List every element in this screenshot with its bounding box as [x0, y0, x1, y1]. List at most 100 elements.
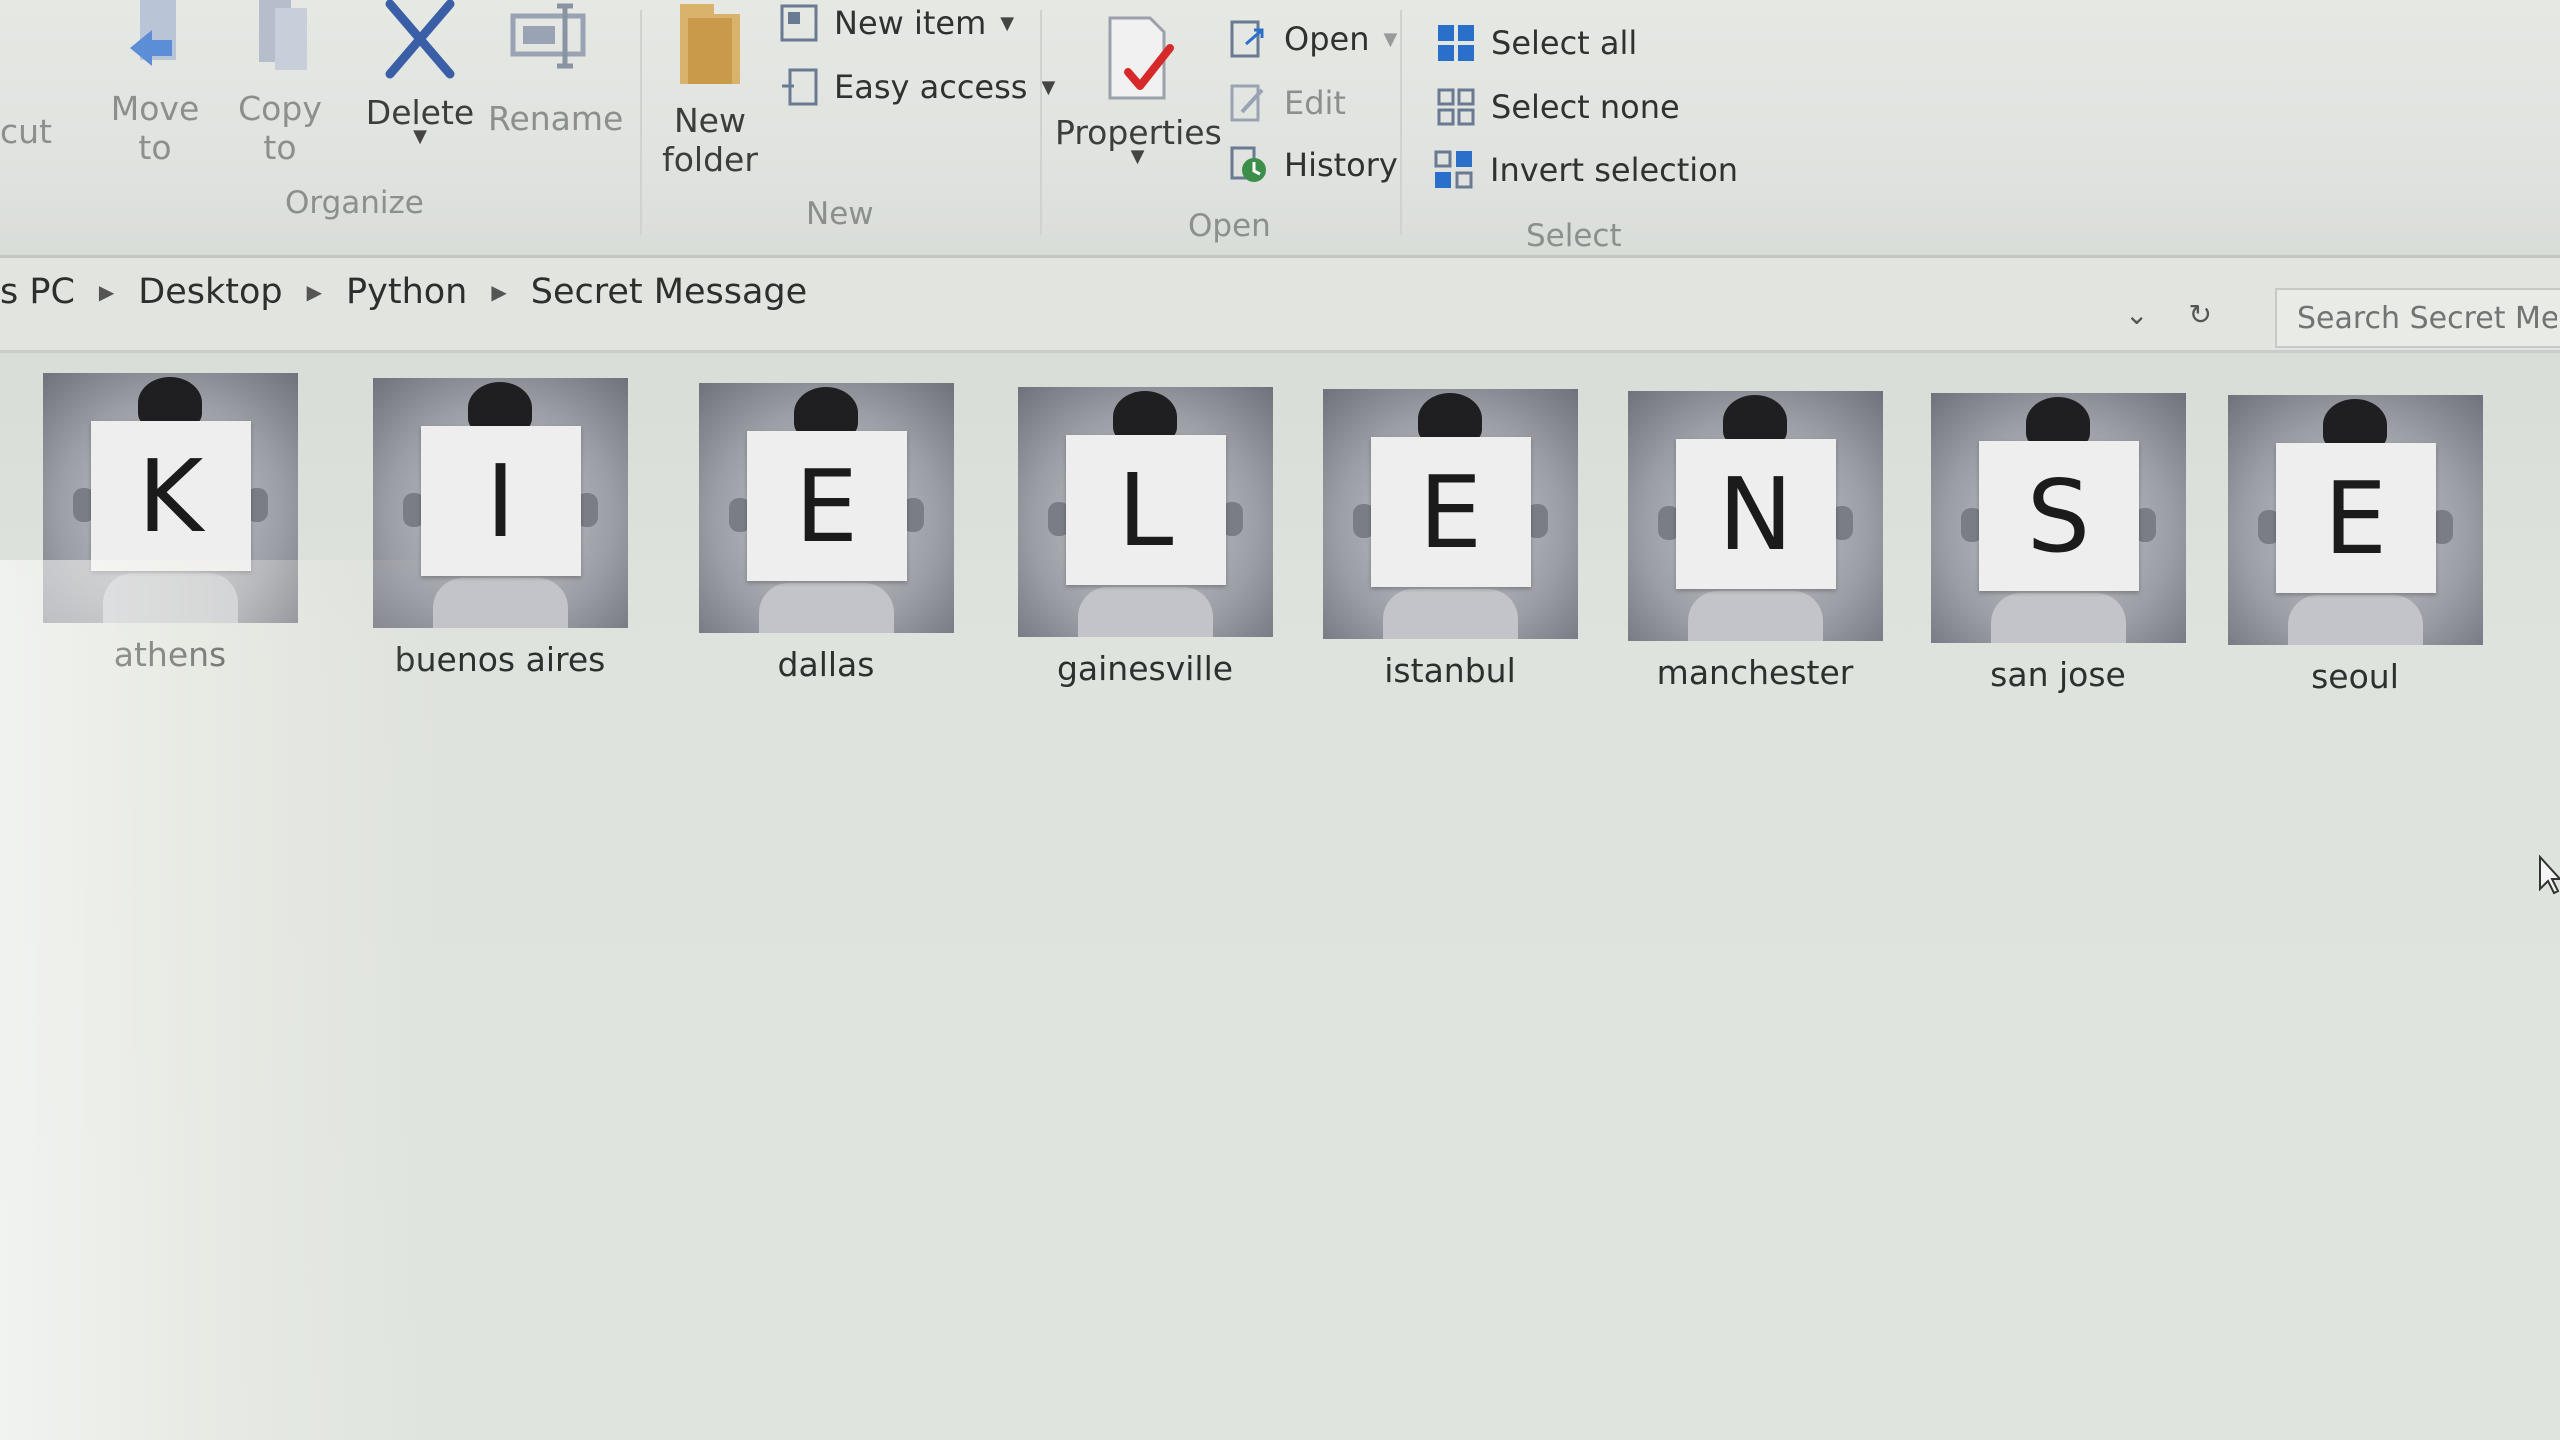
ribbon-separator	[640, 10, 642, 235]
address-bar: s PC ▶ Desktop ▶ Python ▶ Secret Message…	[0, 258, 2560, 353]
invert-selection-icon	[1434, 150, 1473, 189]
search-input[interactable]	[2277, 290, 2560, 346]
breadcrumb-separator-icon[interactable]: ▶	[99, 280, 114, 304]
image-thumbnail: I	[372, 378, 628, 628]
invert-selection-label: Invert selection	[1490, 151, 1739, 189]
ribbon-separator	[1400, 10, 1402, 235]
history-label: History	[1284, 146, 1398, 184]
select-none-button[interactable]: Select none	[1435, 86, 1680, 128]
history-icon	[1230, 146, 1266, 182]
ribbon: cut Move to Copy to Delete ▼ Rename Orga…	[0, 0, 2560, 258]
search-box[interactable]	[2275, 288, 2560, 348]
file-name: seoul	[2311, 657, 2399, 696]
select-all-button[interactable]: Select all	[1435, 22, 1637, 64]
address-history-dropdown-icon[interactable]: ⌄	[2125, 298, 2148, 331]
cut-label: cut	[0, 112, 52, 151]
move-to-label-line2: to	[138, 128, 172, 168]
new-item-button[interactable]: New item ▼	[778, 2, 1014, 44]
file-item-manchester[interactable]: N manchester	[1605, 391, 1905, 692]
file-item-gainesville[interactable]: L gainesville	[995, 387, 1295, 688]
edit-label: Edit	[1284, 84, 1346, 122]
move-to-icon	[130, 0, 176, 66]
copy-to-icon	[259, 0, 307, 70]
new-folder-label-line2: folder	[662, 140, 758, 180]
move-to-button[interactable]: Move to	[105, 0, 205, 168]
image-thumbnail: E	[2227, 395, 2483, 645]
mouse-cursor-icon	[2539, 855, 2560, 895]
rename-icon	[510, 3, 586, 69]
select-all-label: Select all	[1491, 24, 1638, 62]
edit-button[interactable]: Edit	[1228, 82, 1346, 124]
new-item-icon	[780, 4, 818, 42]
file-item-buenos-aires[interactable]: I buenos aires	[350, 378, 650, 679]
breadcrumb-desktop[interactable]: Desktop	[138, 272, 282, 312]
breadcrumb-separator-icon[interactable]: ▶	[307, 280, 322, 304]
image-thumbnail: L	[1017, 387, 1273, 637]
file-name: athens	[113, 635, 227, 674]
thumbnail-letter: N	[1675, 439, 1836, 589]
history-button[interactable]: History	[1228, 144, 1398, 186]
thumbnail-letter: E	[2275, 443, 2436, 593]
new-item-dropdown-caret[interactable]: ▼	[1000, 13, 1014, 34]
properties-check-icon	[1108, 16, 1174, 100]
copy-to-label-line2: to	[263, 128, 297, 168]
easy-access-button[interactable]: Easy access ▼	[778, 66, 1055, 108]
thumbnail-letter: I	[420, 426, 581, 576]
select-none-icon	[1437, 88, 1475, 126]
copy-to-label-line1: Copy	[238, 88, 322, 128]
move-to-label-line1: Move	[110, 88, 200, 128]
address-controls: ⌄ ↻	[2125, 298, 2212, 331]
new-item-label: New item	[834, 4, 987, 42]
easy-access-dropdown-caret[interactable]: ▼	[1041, 77, 1055, 98]
new-folder-label-line1: New	[674, 100, 746, 140]
select-group-label: Select	[1526, 218, 1622, 254]
file-item-seoul[interactable]: E seoul	[2205, 395, 2505, 696]
ribbon-separator	[1040, 10, 1042, 235]
delete-x-icon	[385, 0, 455, 79]
image-thumbnail: K	[42, 373, 298, 623]
select-none-label: Select none	[1491, 88, 1680, 126]
rename-label: Rename	[488, 98, 624, 138]
edit-icon	[1230, 84, 1264, 122]
open-button[interactable]: Open ▼	[1228, 18, 1397, 60]
cut-button[interactable]: cut	[0, 112, 52, 152]
new-group-label: New	[806, 196, 874, 232]
image-thumbnail: N	[1627, 391, 1883, 641]
image-thumbnail: E	[698, 383, 954, 633]
breadcrumb-this-pc[interactable]: s PC	[0, 272, 75, 312]
breadcrumb-python[interactable]: Python	[346, 272, 467, 312]
open-label: Open	[1284, 20, 1370, 58]
thumbnail-letter: E	[746, 431, 907, 581]
file-name: istanbul	[1384, 651, 1516, 690]
file-item-dallas[interactable]: E dallas	[676, 383, 976, 684]
thumbnail-letter: E	[1370, 437, 1531, 587]
invert-selection-button[interactable]: Invert selection	[1432, 148, 1738, 192]
organize-group-label: Organize	[285, 185, 424, 221]
file-name: dallas	[777, 645, 875, 684]
file-item-athens[interactable]: K athens	[20, 373, 320, 674]
open-dropdown-caret[interactable]: ▼	[1383, 29, 1397, 50]
new-folder-button[interactable]: New folder	[655, 0, 765, 180]
folder-icon	[680, 4, 740, 84]
image-thumbnail: E	[1322, 389, 1578, 639]
breadcrumb-separator-icon[interactable]: ▶	[491, 280, 506, 304]
select-all-icon	[1438, 25, 1474, 61]
breadcrumb: s PC ▶ Desktop ▶ Python ▶ Secret Message	[0, 272, 807, 312]
file-name: san jose	[1990, 655, 2126, 694]
open-icon	[1230, 20, 1264, 58]
thumbnail-letter: S	[1978, 441, 2139, 591]
file-item-san-jose[interactable]: S san jose	[1908, 393, 2208, 694]
file-item-istanbul[interactable]: E istanbul	[1300, 389, 1600, 690]
file-name: manchester	[1656, 653, 1854, 692]
open-group-label: Open	[1188, 208, 1271, 244]
file-name: gainesville	[1056, 649, 1234, 688]
thumbnail-letter: K	[90, 421, 251, 571]
easy-access-label: Easy access	[834, 68, 1028, 106]
file-name: buenos aires	[394, 640, 606, 679]
rename-button[interactable]: Rename	[488, 0, 624, 138]
refresh-icon[interactable]: ↻	[2188, 298, 2211, 331]
delete-button[interactable]: Delete ▼	[365, 0, 475, 148]
properties-button[interactable]: Properties ▼	[1055, 14, 1222, 168]
breadcrumb-secret-message[interactable]: Secret Message	[531, 272, 807, 312]
copy-to-button[interactable]: Copy to	[230, 0, 330, 168]
